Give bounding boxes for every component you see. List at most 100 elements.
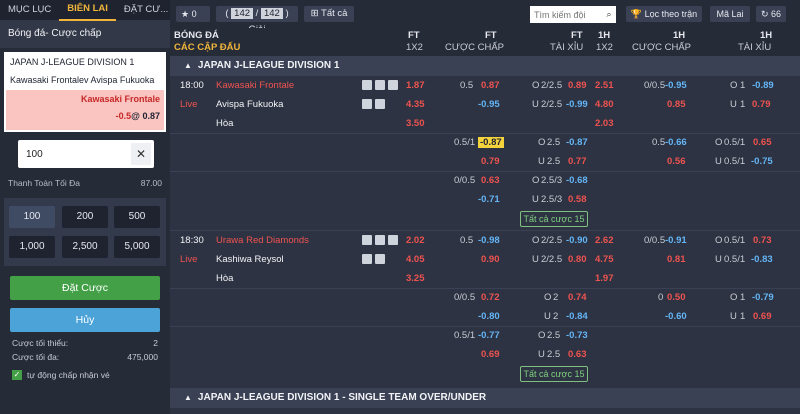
alt2-odds-under[interactable]: 0.58 [568, 194, 587, 205]
home-team[interactable]: Kawasaki Frontale [216, 80, 294, 91]
alt2-odds-hdp-home[interactable]: 0.63 [481, 175, 500, 186]
ou-side-u: U [532, 99, 539, 110]
info-icon[interactable] [388, 80, 398, 90]
odds-ft-1[interactable]: 2.02 [406, 235, 425, 246]
odds-1h-hdp-home[interactable]: -0.95 [665, 80, 687, 91]
tv-icon[interactable] [375, 235, 385, 245]
match-row-draw: Hòa 3.50 2.03 [170, 115, 800, 134]
odds-1h-over[interactable]: -0.89 [752, 80, 774, 91]
alt-odds-1h-under[interactable]: -0.75 [751, 156, 773, 167]
odds-ft-hdp-away[interactable]: -0.95 [478, 99, 500, 110]
alt-odds-hdp-away[interactable]: 0.79 [481, 156, 500, 167]
stats-icon[interactable] [362, 80, 372, 90]
alt-odds-1h-over[interactable]: -0.79 [752, 292, 774, 303]
search-icon[interactable]: ⌕ [602, 6, 616, 23]
quick-stake-200[interactable]: 200 [62, 206, 108, 228]
odds-1h-under[interactable]: 0.79 [752, 99, 771, 110]
odds-1h-over[interactable]: 0.73 [753, 235, 772, 246]
alt-odds-over[interactable]: -0.87 [566, 137, 588, 148]
odds-ft-x[interactable]: 3.25 [406, 273, 425, 284]
lineup-icon[interactable] [375, 254, 385, 264]
alt2-odds-over[interactable]: -0.68 [566, 175, 588, 186]
search-input[interactable] [530, 6, 602, 23]
cancel-button[interactable]: Hủy [10, 308, 160, 332]
alt2-odds-over[interactable]: -0.73 [566, 330, 588, 341]
odds-board: ★ 0 ( 142 / 142 ) Giải ⊞ Tất cả ⌕ 🏆 Lọc … [170, 0, 800, 414]
alt-odds-hdp-away[interactable]: -0.80 [478, 311, 500, 322]
col-1h-ou-sub: TÀI XỈU [738, 42, 772, 53]
odds-ft-x[interactable]: 3.50 [406, 118, 425, 129]
odds-1h-1[interactable]: 2.51 [595, 80, 614, 91]
odds-1h-2[interactable]: 4.80 [595, 99, 614, 110]
chart-icon[interactable] [362, 254, 372, 264]
odds-ft-hdp-home[interactable]: -0.98 [478, 235, 500, 246]
info-icon[interactable] [388, 235, 398, 245]
odds-ft-hdp-home[interactable]: 0.87 [481, 80, 500, 91]
quick-stake-5000[interactable]: 5,000 [114, 236, 160, 258]
checkbox-checked-icon[interactable]: ✓ [12, 370, 22, 380]
quick-stake-100[interactable]: 100 [9, 206, 55, 228]
odds-ft-2[interactable]: 4.35 [406, 99, 425, 110]
odds-1h-x[interactable]: 2.03 [595, 118, 614, 129]
league-header[interactable]: ▲ JAPAN J-LEAGUE DIVISION 1 [170, 56, 800, 76]
lineup-icon[interactable] [375, 99, 385, 109]
alt-odds-1h-away[interactable]: -0.60 [665, 311, 687, 322]
odds-ft-over[interactable]: 0.89 [568, 80, 587, 91]
live-badge: Live [180, 99, 198, 110]
odds-1h-2[interactable]: 4.75 [595, 254, 614, 265]
home-team[interactable]: Urawa Red Diamonds [216, 235, 309, 246]
refresh-button[interactable]: ↻ 66 [756, 6, 786, 22]
odds-1h-under[interactable]: -0.83 [751, 254, 773, 265]
alt-odds-1h-home[interactable]: -0.66 [665, 137, 687, 148]
place-bet-button[interactable]: Đặt Cược [10, 276, 160, 300]
tab-receipt[interactable]: BIÊN LAI [59, 0, 116, 21]
alt-odds-over[interactable]: 0.74 [568, 292, 587, 303]
odds-type-button[interactable]: Mã Lai [710, 6, 750, 22]
odds-1h-1[interactable]: 2.62 [595, 235, 614, 246]
all-button[interactable]: ⊞ Tất cả [304, 6, 354, 22]
alt2-odds-under[interactable]: 0.63 [568, 349, 587, 360]
odds-ft-2[interactable]: 4.05 [406, 254, 425, 265]
odds-1h-x[interactable]: 1.97 [595, 273, 614, 284]
alt2-odds-hdp-home[interactable]: -0.77 [478, 330, 500, 341]
alt2-odds-hdp-away[interactable]: 0.69 [481, 349, 500, 360]
away-team[interactable]: Kashiwa Reysol [216, 254, 284, 265]
odds-ft-over[interactable]: -0.90 [566, 235, 588, 246]
alt-odds-1h-over[interactable]: 0.65 [753, 137, 772, 148]
odds-1h-hdp-away[interactable]: 0.81 [667, 254, 686, 265]
stats-icon[interactable] [362, 235, 372, 245]
odds-ft-hdp-away[interactable]: 0.90 [481, 254, 500, 265]
quick-stake-2500[interactable]: 2,500 [62, 236, 108, 258]
alt-ou-side-1h-u: U [715, 156, 722, 167]
league-count-button[interactable]: ( 142 / 142 ) Giải [216, 6, 298, 35]
filter-by-match-button[interactable]: 🏆 Lọc theo trận [626, 6, 702, 22]
alt-odds-1h-away[interactable]: 0.56 [667, 156, 686, 167]
quick-stake-1000[interactable]: 1,000 [9, 236, 55, 258]
all-bets-button[interactable]: Tất cả cược 15 [520, 366, 588, 382]
alt2-odds-hdp-away[interactable]: -0.71 [478, 194, 500, 205]
odds-ft-under[interactable]: 0.80 [568, 254, 587, 265]
all-bets-button[interactable]: Tất cả cược 15 [520, 211, 588, 227]
alt-odds-1h-home[interactable]: 0.50 [667, 292, 686, 303]
alt-odds-under[interactable]: -0.84 [566, 311, 588, 322]
alt-odds-under[interactable]: 0.77 [568, 156, 587, 167]
tv-icon[interactable] [375, 80, 385, 90]
odds-ft-1[interactable]: 1.87 [406, 80, 425, 91]
odds-ft-under[interactable]: -0.99 [566, 99, 588, 110]
stake-input[interactable] [18, 140, 128, 168]
chart-icon[interactable] [362, 99, 372, 109]
league-header[interactable]: ▲ JAPAN J-LEAGUE DIVISION 1 - SINGLE TEAM… [170, 388, 800, 408]
quick-stake-500[interactable]: 500 [114, 206, 160, 228]
alt-odds-hdp-home[interactable]: -0.87 [478, 137, 504, 148]
tab-bets[interactable]: ĐẶT CƯ... [116, 0, 176, 20]
alt-odds-1h-under[interactable]: 0.69 [753, 311, 772, 322]
favorites-button[interactable]: ★ 0 [176, 6, 210, 22]
alt-ou-line-u: 2.5 [547, 156, 561, 167]
odds-1h-hdp-home[interactable]: -0.91 [665, 235, 687, 246]
alt-odds-hdp-home[interactable]: 0.72 [481, 292, 500, 303]
odds-1h-hdp-away[interactable]: 0.85 [667, 99, 686, 110]
auto-accept[interactable]: ✓ tự động chấp nhận vé [12, 370, 110, 380]
tab-menu[interactable]: MỤC LỤC [0, 0, 59, 20]
clear-stake-icon[interactable]: ✕ [131, 143, 151, 165]
away-team[interactable]: Avispa Fukuoka [216, 99, 283, 110]
